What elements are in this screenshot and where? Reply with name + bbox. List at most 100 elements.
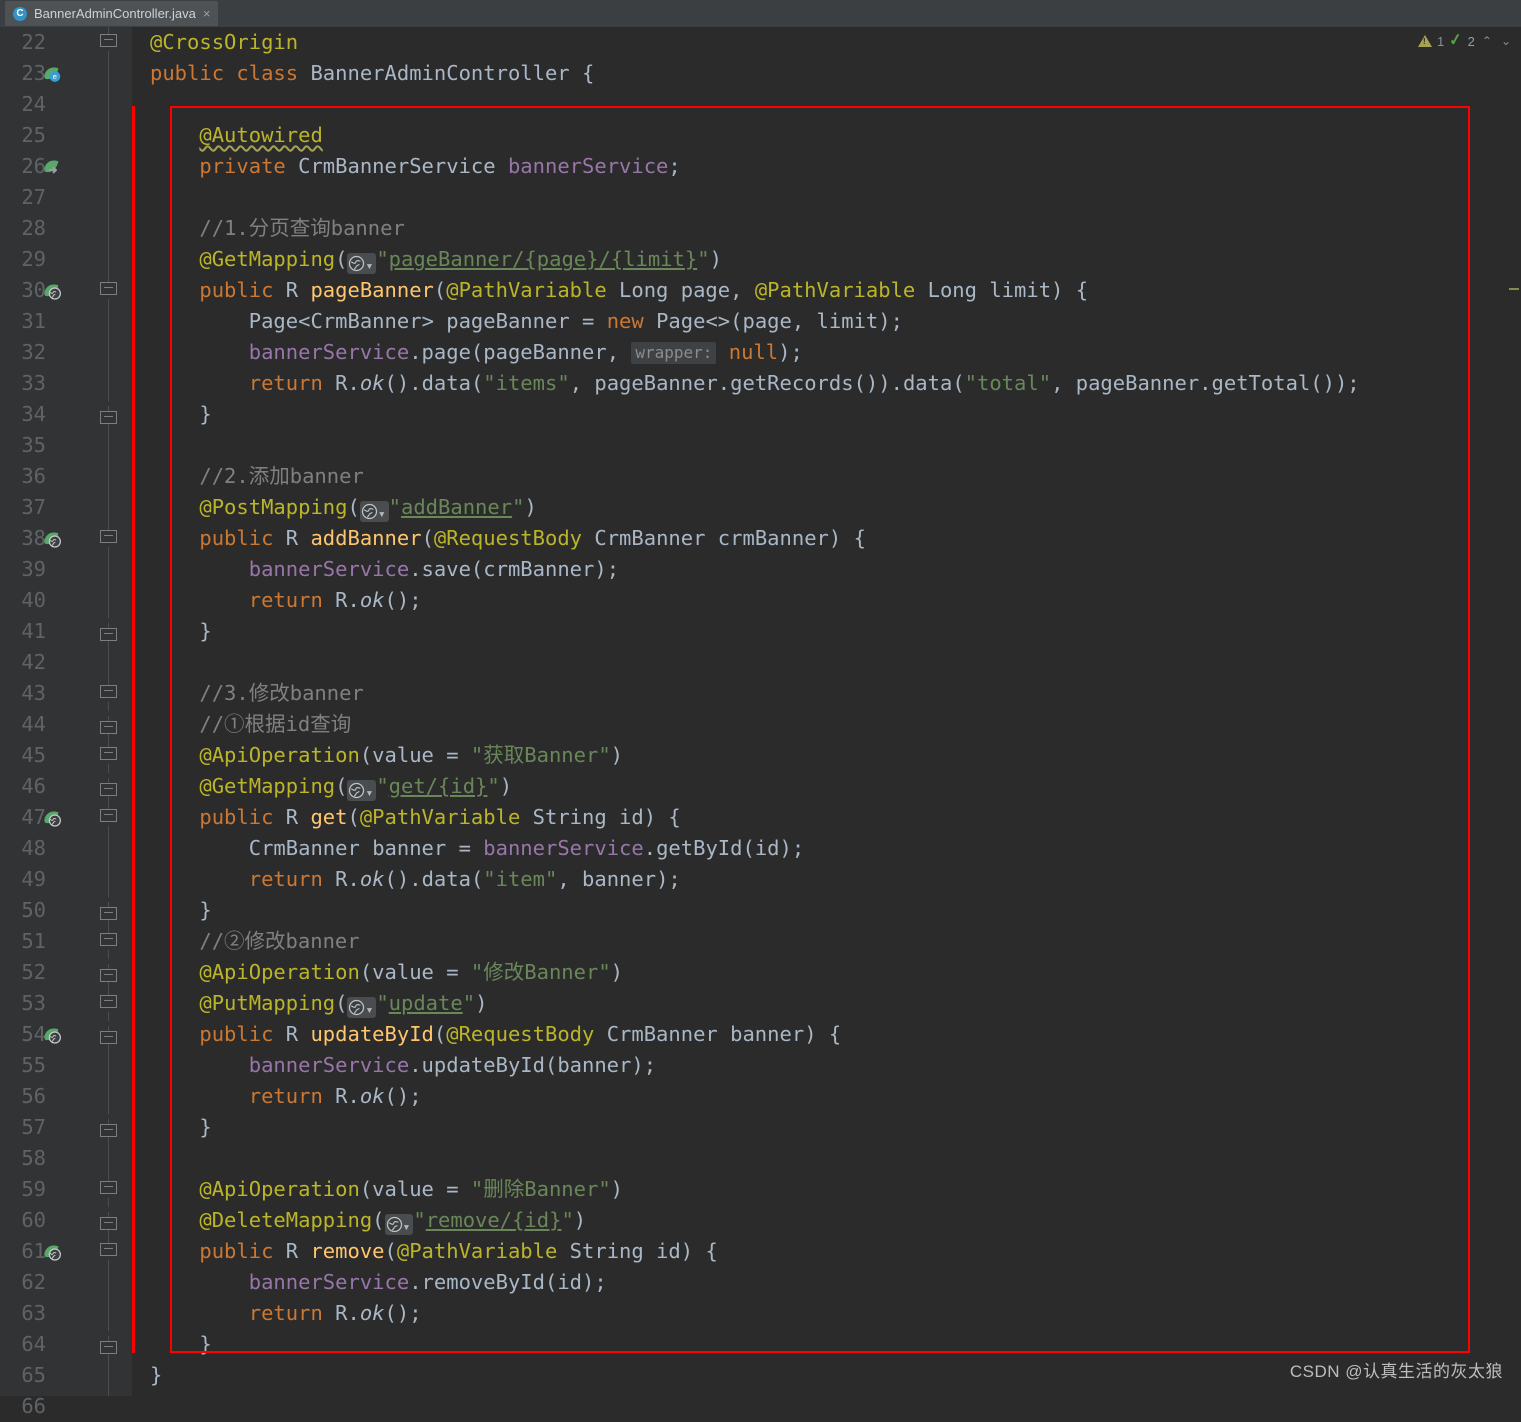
gutter-line-42[interactable]: 42	[0, 647, 132, 678]
url-mapping-link[interactable]: pageBanner/{page}/{limit}	[389, 247, 698, 271]
spring-request-mapping-icon[interactable]	[42, 1025, 62, 1045]
spring-autowired-arrow-icon[interactable]	[42, 157, 62, 177]
code-line-55[interactable]: bannerService.updateById(banner);	[150, 1050, 656, 1081]
code-line-57[interactable]: }	[150, 1112, 211, 1143]
code-line-34[interactable]: }	[150, 399, 211, 430]
gutter-line-65[interactable]: 65	[0, 1360, 132, 1391]
gutter-line-36[interactable]: 36	[0, 461, 132, 492]
code-line-45[interactable]: @ApiOperation(value = "获取Banner")	[150, 740, 623, 771]
next-problem-icon[interactable]: ⌄	[1499, 34, 1513, 48]
gutter-line-27[interactable]: 27	[0, 182, 132, 213]
fold-marker-line-22[interactable]	[99, 34, 118, 51]
code-line-46[interactable]: @GetMapping(▾ "get/{id}")	[150, 771, 512, 802]
spring-request-mapping-icon[interactable]	[42, 281, 62, 301]
fold-marker-line-52[interactable]	[99, 959, 118, 982]
fold-marker-line-50[interactable]	[99, 897, 118, 920]
fold-marker-line-30[interactable]	[99, 282, 118, 299]
spring-request-mapping-icon[interactable]	[42, 529, 62, 549]
gutter-line-40[interactable]: 40	[0, 585, 132, 616]
gutter-line-56[interactable]: 56	[0, 1081, 132, 1112]
gutter-line-31[interactable]: 31	[0, 306, 132, 337]
gutter-line-35[interactable]: 35	[0, 430, 132, 461]
fold-marker-line-61[interactable]	[99, 1243, 118, 1260]
url-mapping-globe-icon[interactable]: ▾	[384, 1214, 414, 1235]
spring-request-mapping-icon[interactable]	[42, 1242, 62, 1262]
code-line-64[interactable]: }	[150, 1329, 211, 1360]
code-line-29[interactable]: @GetMapping(▾ "pageBanner/{page}/{limit}"…	[150, 244, 722, 275]
code-line-59[interactable]: @ApiOperation(value = "删除Banner")	[150, 1174, 623, 1205]
code-line-39[interactable]: bannerService.save(crmBanner);	[150, 554, 619, 585]
gutter-line-24[interactable]: 24	[0, 89, 132, 120]
fold-marker-line-44[interactable]	[99, 711, 118, 734]
code-line-22[interactable]: @CrossOrigin	[150, 27, 298, 58]
gutter-line-63[interactable]: 63	[0, 1298, 132, 1329]
code-line-62[interactable]: bannerService.removeById(id);	[150, 1267, 607, 1298]
gutter-line-48[interactable]: 48	[0, 833, 132, 864]
code-line-54[interactable]: public R updateById(@RequestBody CrmBann…	[150, 1019, 841, 1050]
code-line-63[interactable]: return R.ok();	[150, 1298, 422, 1329]
gutter-line-37[interactable]: 37	[0, 492, 132, 523]
fold-marker-line-34[interactable]	[99, 401, 118, 424]
fold-marker-line-53[interactable]	[99, 995, 118, 1012]
fold-marker-line-60[interactable]	[99, 1207, 118, 1230]
code-line-48[interactable]: CrmBanner banner = bannerService.getById…	[150, 833, 804, 864]
url-mapping-globe-icon[interactable]: ▾	[347, 780, 377, 801]
code-line-49[interactable]: return R.ok().data("item", banner);	[150, 864, 681, 895]
gutter-line-55[interactable]: 55	[0, 1050, 132, 1081]
code-line-65[interactable]: }	[150, 1360, 162, 1391]
editor-tab-banneradmincontroller[interactable]: C BannerAdminController.java ×	[5, 1, 219, 26]
gutter-line-58[interactable]: 58	[0, 1143, 132, 1174]
code-line-31[interactable]: Page<CrmBanner> pageBanner = new Page<>(…	[150, 306, 903, 337]
code-line-30[interactable]: public R pageBanner(@PathVariable Long p…	[150, 275, 1088, 306]
code-line-33[interactable]: return R.ok().data("items", pageBanner.g…	[150, 368, 1360, 399]
fold-marker-line-38[interactable]	[99, 530, 118, 547]
fold-marker-line-46[interactable]	[99, 773, 118, 796]
code-line-38[interactable]: public R addBanner(@RequestBody CrmBanne…	[150, 523, 866, 554]
code-line-51[interactable]: //②修改banner	[150, 926, 359, 957]
url-mapping-link[interactable]: addBanner	[401, 495, 512, 519]
gutter-line-28[interactable]: 28	[0, 213, 132, 244]
fold-marker-line-41[interactable]	[99, 618, 118, 641]
fold-marker-line-51[interactable]	[99, 933, 118, 950]
code-line-53[interactable]: @PutMapping(▾ "update")	[150, 988, 487, 1019]
code-line-26[interactable]: private CrmBannerService bannerService;	[150, 151, 680, 182]
gutter-line-62[interactable]: 62	[0, 1267, 132, 1298]
fold-marker-line-43[interactable]	[99, 685, 118, 702]
gutter-line-25[interactable]: 25	[0, 120, 132, 151]
code-line-28[interactable]: //1.分页查询banner	[150, 213, 404, 244]
scrollbar-warning-mark[interactable]	[1509, 288, 1519, 290]
code-line-52[interactable]: @ApiOperation(value = "修改Banner")	[150, 957, 623, 988]
fold-marker-line-54[interactable]	[99, 1021, 118, 1044]
code-line-23[interactable]: public class BannerAdminController {	[150, 58, 594, 89]
fold-marker-line-59[interactable]	[99, 1181, 118, 1198]
gutter-line-23[interactable]: 23 e	[0, 58, 132, 89]
code-line-56[interactable]: return R.ok();	[150, 1081, 422, 1112]
code-line-60[interactable]: @DeleteMapping(▾ "remove/{id}")	[150, 1205, 586, 1236]
code-line-61[interactable]: public R remove(@PathVariable String id)…	[150, 1236, 717, 1267]
gutter-line-49[interactable]: 49	[0, 864, 132, 895]
gutter-line-32[interactable]: 32	[0, 337, 132, 368]
fold-marker-line-57[interactable]	[99, 1114, 118, 1137]
code-line-43[interactable]: //3.修改banner	[150, 678, 363, 709]
code-line-50[interactable]: }	[150, 895, 211, 926]
code-line-36[interactable]: //2.添加banner	[150, 461, 363, 492]
code-editor[interactable]: @CrossOrigin public class BannerAdminCont…	[132, 27, 1521, 1396]
previous-problem-icon[interactable]: ⌃	[1480, 34, 1494, 48]
url-mapping-globe-icon[interactable]: ▾	[347, 253, 377, 274]
code-line-40[interactable]: return R.ok();	[150, 585, 422, 616]
gutter-line-26[interactable]: 26	[0, 151, 132, 182]
code-line-44[interactable]: //①根据id查询	[150, 709, 351, 740]
gutter-line-29[interactable]: 29	[0, 244, 132, 275]
url-mapping-globe-icon[interactable]: ▾	[347, 997, 377, 1018]
gutter-line-39[interactable]: 39	[0, 554, 132, 585]
fold-marker-line-45[interactable]	[99, 747, 118, 764]
fold-marker-line-47[interactable]	[99, 809, 118, 826]
url-mapping-link[interactable]: update	[389, 991, 463, 1015]
spring-bean-icon[interactable]: e	[42, 64, 62, 84]
gutter-line-33[interactable]: 33	[0, 368, 132, 399]
code-line-32[interactable]: bannerService.page(pageBanner, wrapper: …	[150, 337, 803, 368]
url-mapping-link[interactable]: remove/{id}	[426, 1208, 562, 1232]
code-line-41[interactable]: }	[150, 616, 211, 647]
close-icon[interactable]: ×	[203, 7, 211, 20]
code-line-37[interactable]: @PostMapping(▾ "addBanner")	[150, 492, 537, 523]
